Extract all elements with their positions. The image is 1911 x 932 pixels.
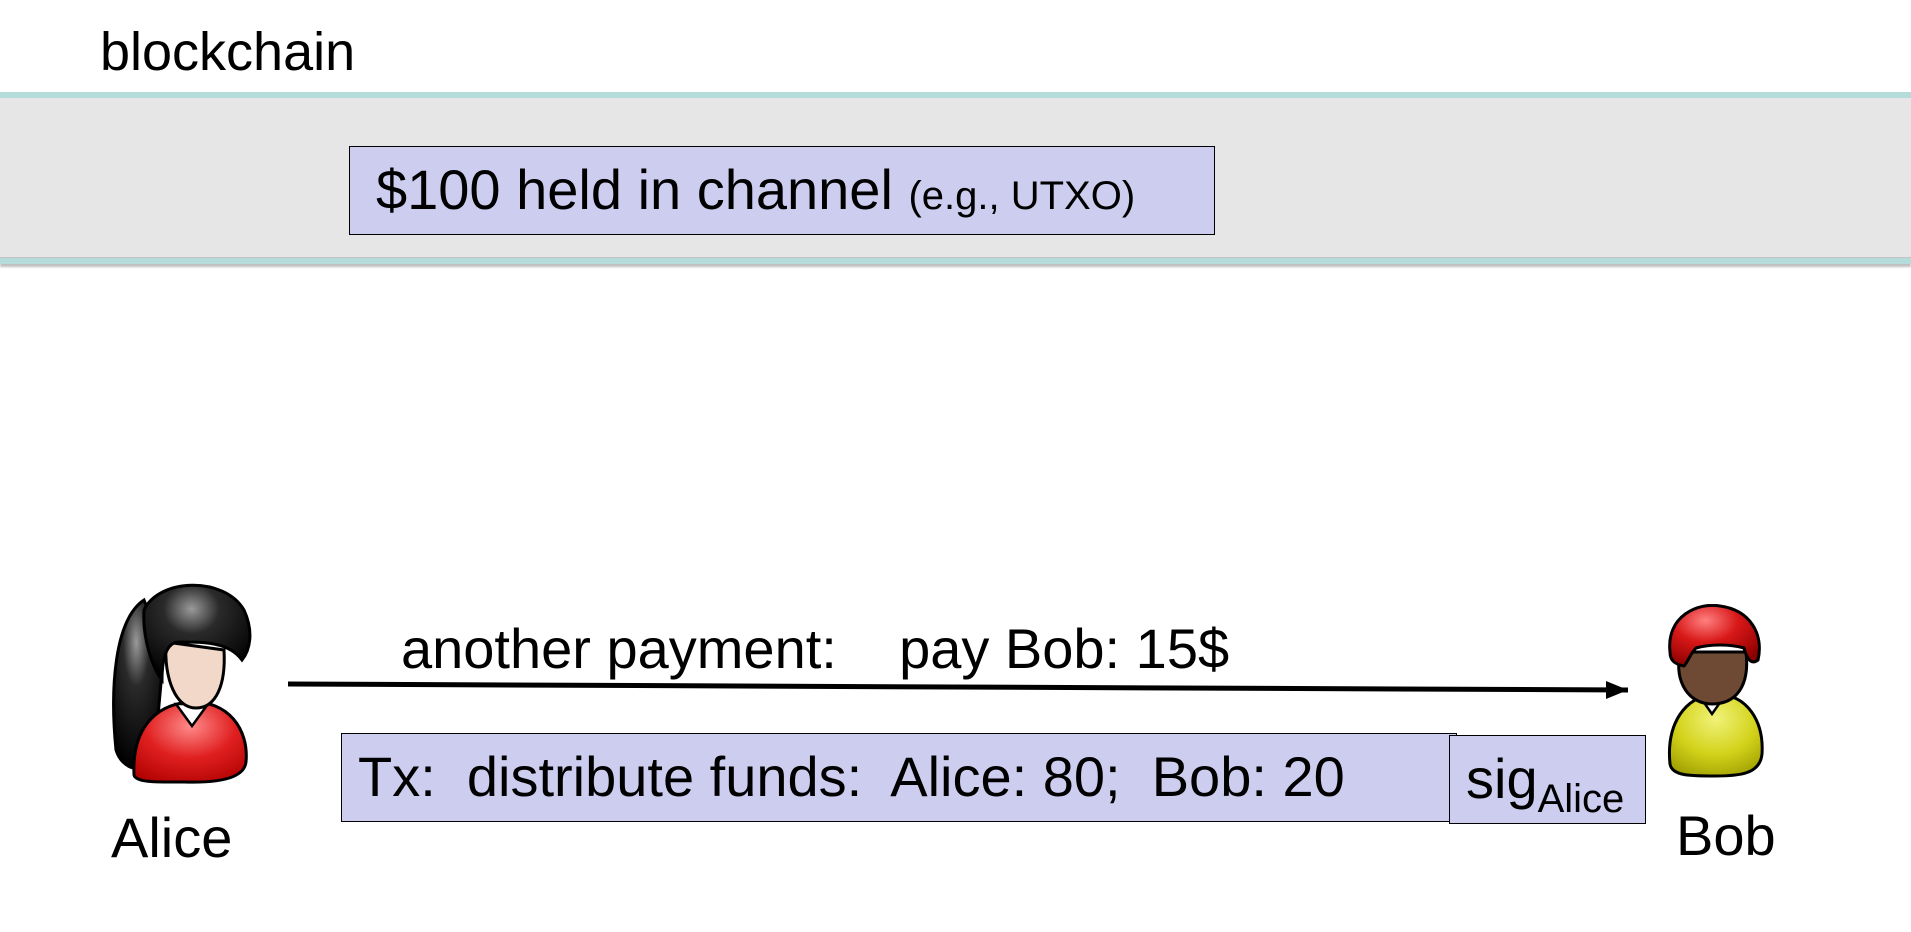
alice-label: Alice (111, 806, 233, 869)
payment-message-label: another payment: pay Bob: 15$ (401, 617, 1230, 680)
signature-label: sig (1466, 747, 1538, 810)
payment-arrowhead (1606, 681, 1628, 699)
bob-person-icon (1667, 604, 1764, 778)
transaction-box: Tx: distribute funds: Alice: 80; Bob: 20 (341, 733, 1457, 822)
alice-person-icon (112, 583, 252, 784)
signature-box: sigAlice (1449, 735, 1646, 824)
signature-subscript: Alice (1537, 777, 1625, 821)
bob-label: Bob (1676, 804, 1776, 867)
